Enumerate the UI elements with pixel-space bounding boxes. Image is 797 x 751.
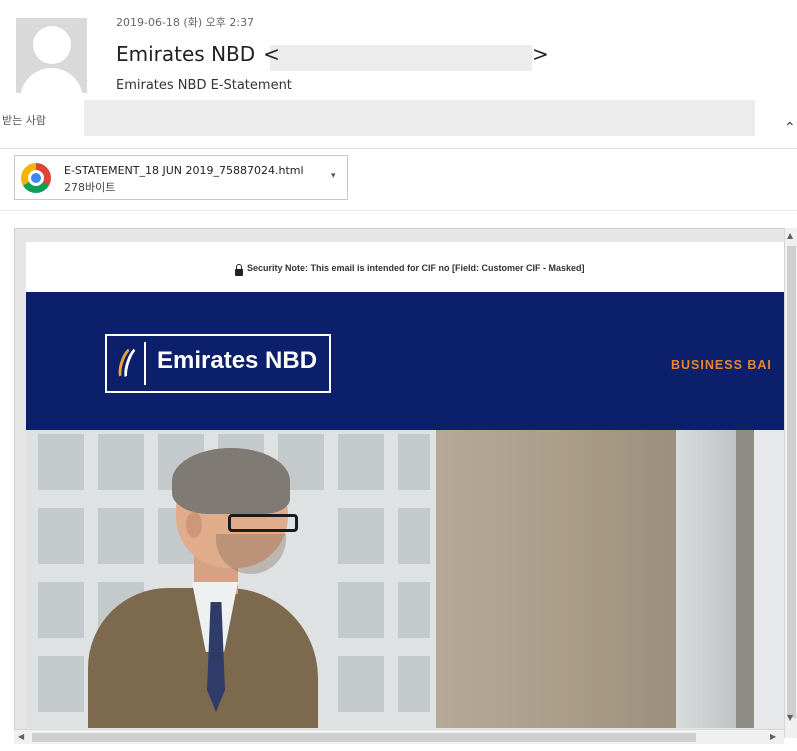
horizontal-scrollbar[interactable]: ◀ ▶ (14, 729, 784, 744)
sender-close-bracket: > (532, 42, 549, 66)
business-banking-label: BUSINESS BAI (671, 358, 772, 372)
security-note-bar: Security Note: This email is intended fo… (26, 242, 786, 292)
attachment-dropdown-icon[interactable]: ▾ (331, 171, 336, 181)
message-body-viewport[interactable]: Security Note: This email is intended fo… (14, 228, 797, 738)
scroll-down-arrow-icon[interactable]: ▼ (787, 714, 793, 722)
vertical-scrollbar[interactable]: ▲ ▼ (784, 228, 797, 738)
vertical-scroll-thumb[interactable] (787, 246, 796, 718)
businessman-figure (26, 430, 436, 728)
attachment-chip[interactable]: E-STATEMENT_18 JUN 2019_75887024.html 27… (14, 155, 348, 200)
chrome-icon (21, 163, 51, 193)
glasses-icon (228, 514, 298, 532)
sender-row: Emirates NBD < > (116, 42, 549, 66)
header-divider (0, 148, 797, 149)
brand-banner: Emirates NBD BUSINESS BAI (26, 292, 786, 430)
html-email-content: Security Note: This email is intended fo… (26, 242, 786, 728)
scroll-right-arrow-icon[interactable]: ▶ (770, 733, 776, 741)
logo-text: Emirates NBD (157, 347, 318, 374)
message-subject: Emirates NBD E-Statement (116, 78, 292, 93)
logo-mark-icon (114, 342, 146, 385)
collapse-header-button[interactable]: ⌃ (784, 120, 796, 136)
email-reader-window: 2019-06-18 (화) 오후 2:37 Emirates NBD < > E… (0, 0, 797, 751)
message-datetime: 2019-06-18 (화) 오후 2:37 (116, 16, 255, 29)
attachment-divider (0, 210, 797, 211)
attachment-filename: E-STATEMENT_18 JUN 2019_75887024.html (64, 164, 304, 177)
lock-icon (235, 264, 243, 276)
sender-avatar (16, 18, 87, 93)
scroll-up-arrow-icon[interactable]: ▲ (787, 232, 793, 240)
avatar-body-icon (20, 68, 83, 93)
avatar-head-icon (33, 26, 71, 64)
recipients-label: 받는 사람 (2, 114, 46, 127)
emirates-nbd-logo[interactable]: Emirates NBD (105, 334, 331, 393)
sender-open-bracket: < (263, 42, 280, 66)
window-panel (676, 430, 736, 728)
horizontal-scroll-thumb[interactable] (32, 733, 696, 742)
sender-name[interactable]: Emirates NBD (116, 42, 255, 66)
attachment-size: 278바이트 (64, 181, 116, 194)
sender-email-redaction (270, 45, 532, 71)
recipients-redaction (84, 100, 755, 136)
chevron-up-icon: ⌃ (784, 120, 796, 136)
security-note-text: Security Note: This email is intended fo… (247, 263, 585, 273)
scroll-left-arrow-icon[interactable]: ◀ (18, 733, 24, 741)
door-frame (736, 430, 786, 728)
office-wall-panel (436, 430, 676, 728)
hero-photo (26, 430, 786, 728)
